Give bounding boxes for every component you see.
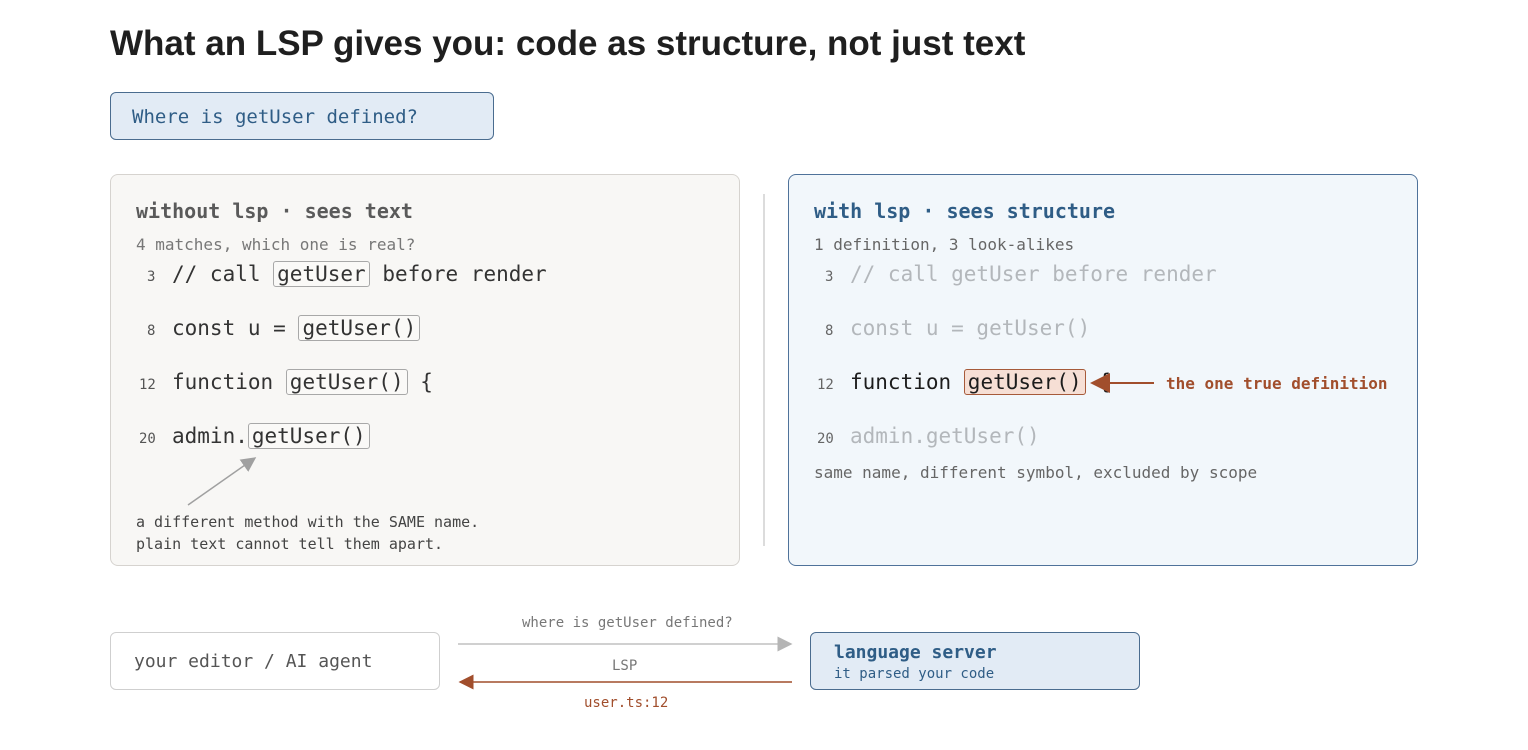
- arrows-overlay: [187, 373, 1154, 690]
- pointer-arrow: [187, 457, 257, 506]
